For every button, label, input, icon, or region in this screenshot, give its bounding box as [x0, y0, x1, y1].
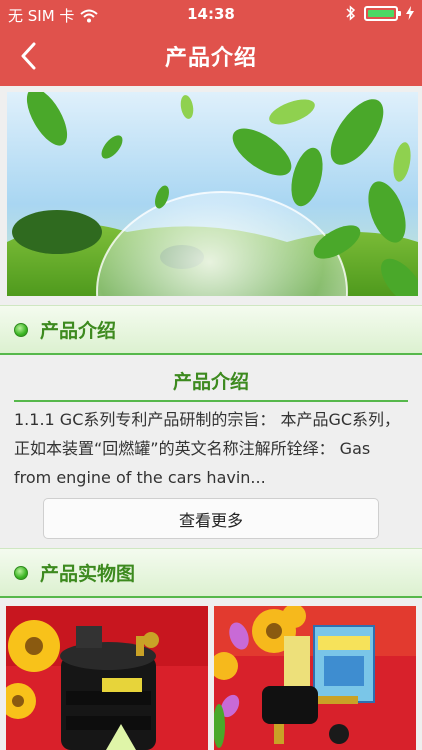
product-photo-2[interactable] — [214, 606, 416, 750]
battery-icon — [364, 5, 401, 21]
intro-title: 产品介绍 — [14, 367, 408, 402]
page-title: 产品介绍 — [164, 46, 257, 71]
green-dot-icon — [14, 322, 28, 337]
section-header-photos: 产品实物图 — [0, 548, 422, 598]
top-bar: 无 SIM 卡 14:38 产品介绍 — [0, 0, 422, 86]
product-photo-1[interactable] — [6, 606, 208, 750]
bluetooth-icon — [346, 5, 356, 21]
section-title: 产品实物图 — [40, 563, 136, 585]
view-more-button[interactable]: 查看更多 — [43, 498, 379, 539]
status-right — [346, 5, 414, 21]
status-bar: 无 SIM 卡 14:38 — [0, 0, 422, 28]
section-title: 产品介绍 — [40, 320, 117, 342]
banner-image — [7, 92, 418, 296]
section-header-intro: 产品介绍 — [0, 305, 422, 355]
green-dot-icon — [14, 565, 28, 580]
charging-bolt-icon — [406, 6, 414, 20]
intro-body: 1.1.1 GC系列专利产品研制的宗旨： 本产品GC系列，正如本装置“回燃罐”的… — [14, 410, 401, 487]
